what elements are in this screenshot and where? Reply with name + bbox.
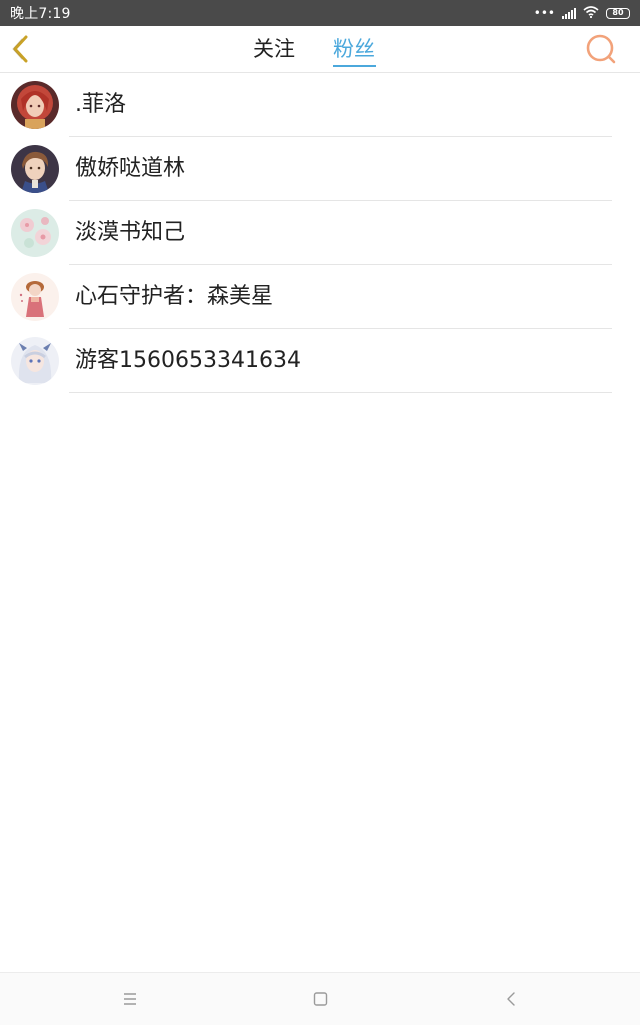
fan-name: 傲娇哒道林 bbox=[75, 156, 186, 181]
avatar-red-hair-girl-icon bbox=[11, 81, 59, 129]
back-button[interactable] bbox=[9, 35, 33, 63]
fan-list: .菲洛 傲娇哒道林 淡漠书知己 心石守护者：森美星 游客156065334163… bbox=[0, 73, 640, 393]
status-icons: ••• 80 bbox=[533, 5, 630, 21]
avatar-floral-pattern-icon bbox=[11, 209, 59, 257]
chevron-left-icon bbox=[12, 35, 28, 63]
avatar-white-hair-character-icon bbox=[11, 337, 59, 385]
list-item[interactable]: 淡漠书知己 bbox=[0, 201, 640, 265]
fan-name: 游客1560653341634 bbox=[75, 348, 301, 373]
active-tab-indicator bbox=[333, 65, 376, 67]
avatar[interactable] bbox=[11, 209, 59, 257]
back-triangle-icon bbox=[507, 992, 515, 1006]
fan-name: 心石守护者：森美星 bbox=[75, 284, 274, 309]
avatar[interactable] bbox=[11, 81, 59, 129]
menu-button[interactable] bbox=[121, 989, 141, 1009]
search-icon bbox=[586, 34, 616, 64]
list-item[interactable]: 游客1560653341634 bbox=[0, 329, 640, 393]
fan-name: .菲洛 bbox=[75, 92, 126, 117]
list-item[interactable]: 心石守护者：森美星 bbox=[0, 265, 640, 329]
signal-icon bbox=[562, 7, 576, 19]
search-button[interactable] bbox=[585, 33, 617, 65]
more-dots-icon: ••• bbox=[533, 6, 555, 20]
system-nav-bar bbox=[0, 972, 640, 1025]
battery-icon: 80 bbox=[606, 7, 630, 19]
nav-back-button[interactable] bbox=[502, 989, 522, 1009]
avatar[interactable] bbox=[11, 337, 59, 385]
fan-name: 淡漠书知己 bbox=[75, 220, 186, 245]
list-item[interactable]: 傲娇哒道林 bbox=[0, 137, 640, 201]
avatar-doll-figure-icon bbox=[11, 273, 59, 321]
tab-fans[interactable]: 粉丝 bbox=[333, 36, 375, 62]
avatar[interactable] bbox=[11, 145, 59, 193]
menu-icon bbox=[124, 993, 136, 1005]
avatar-brown-hair-boy-icon bbox=[11, 145, 59, 193]
avatar[interactable] bbox=[11, 273, 59, 321]
status-bar: 晚上7:19 ••• 80 bbox=[0, 0, 640, 26]
home-button[interactable] bbox=[311, 989, 331, 1009]
list-item[interactable]: .菲洛 bbox=[0, 73, 640, 137]
divider bbox=[69, 392, 612, 393]
home-square-icon bbox=[313, 992, 328, 1006]
wifi-icon bbox=[583, 5, 599, 21]
tab-following[interactable]: 关注 bbox=[253, 36, 295, 62]
status-time: 晚上7:19 bbox=[10, 6, 71, 22]
header-bar: 关注 粉丝 bbox=[0, 26, 640, 73]
